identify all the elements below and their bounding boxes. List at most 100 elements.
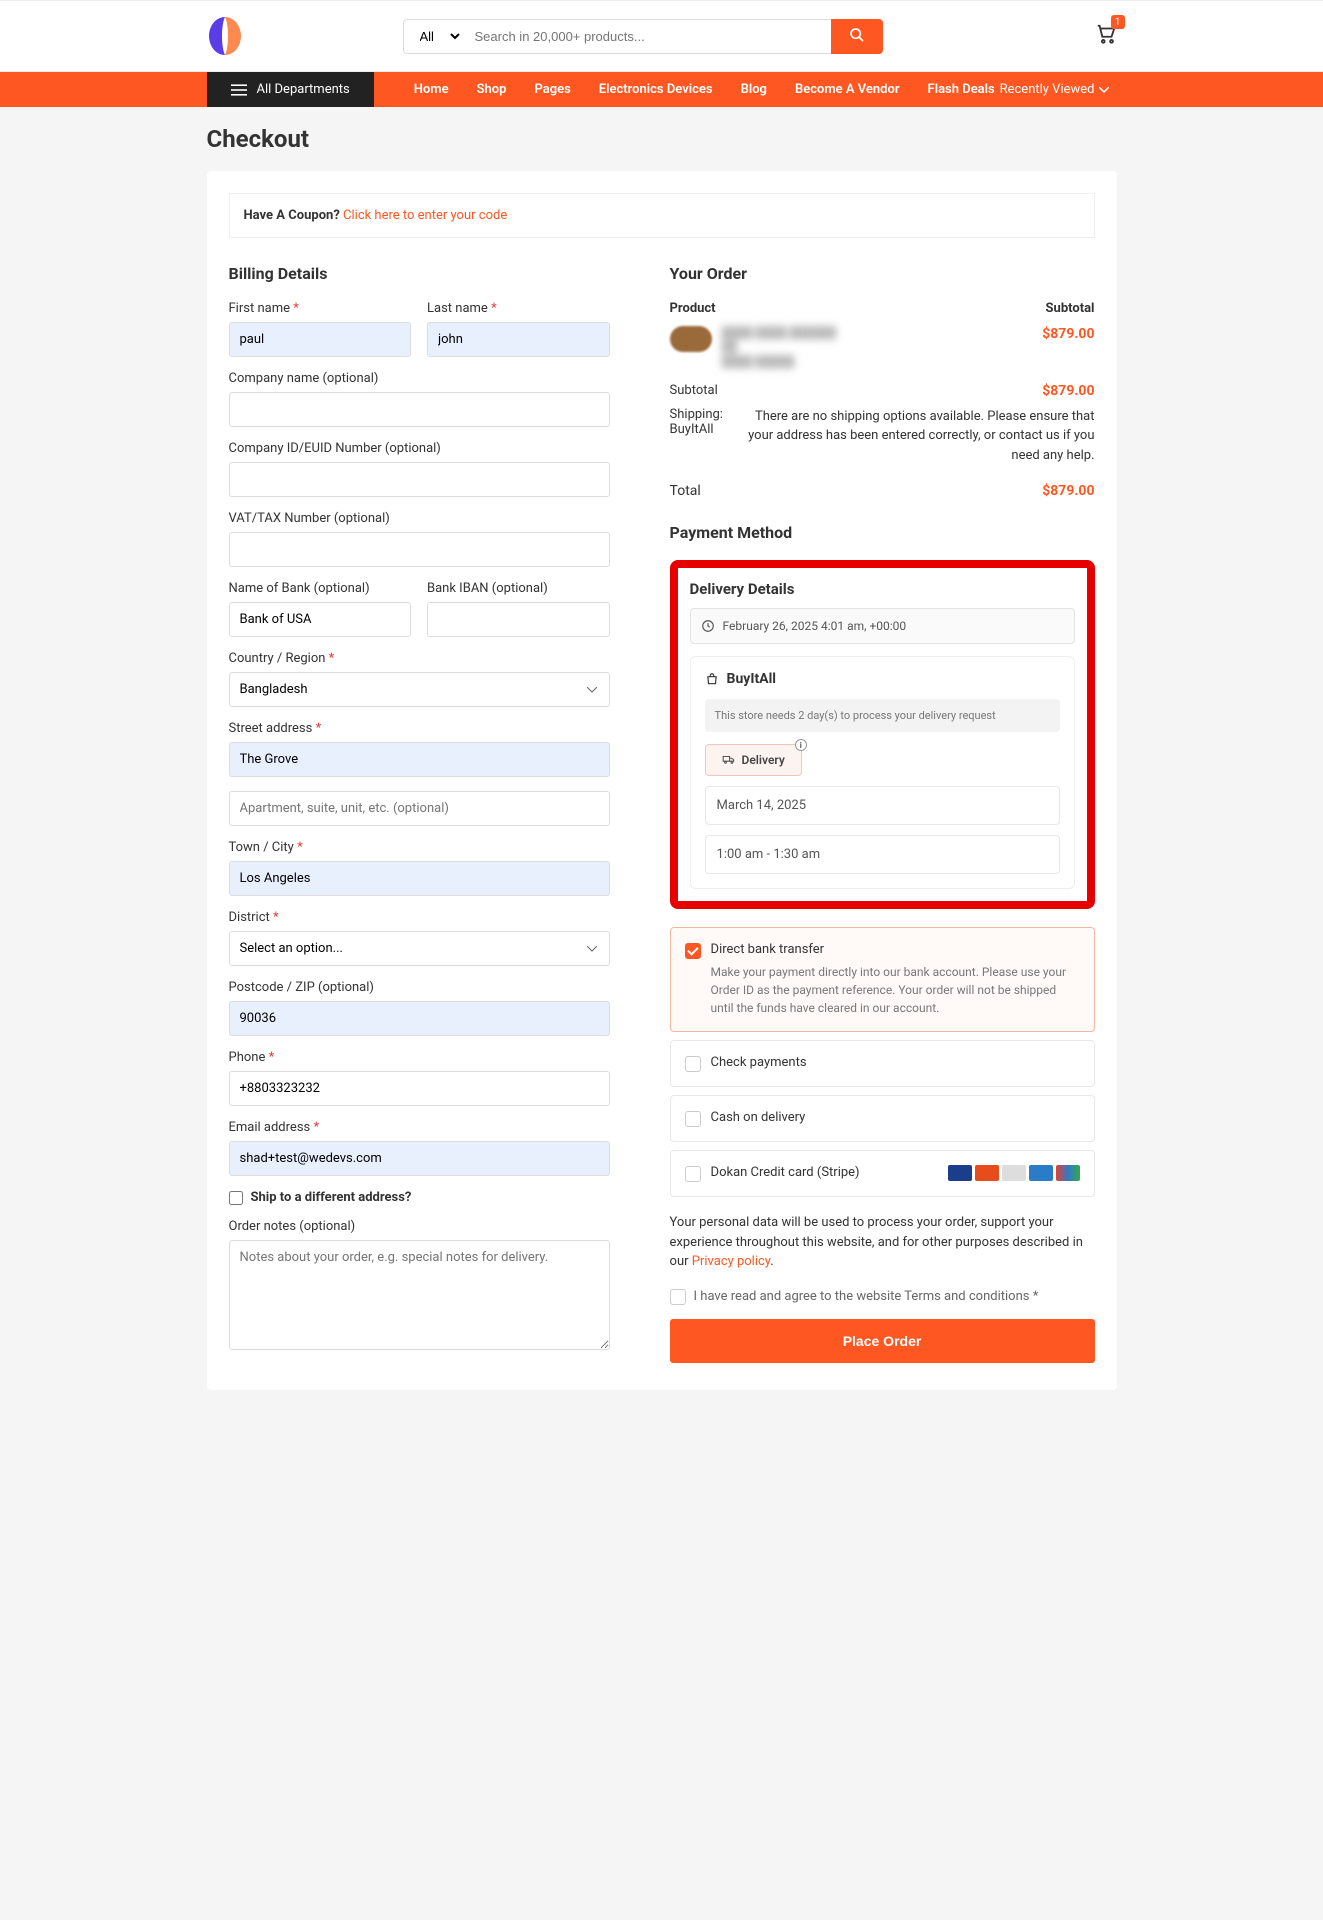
payment-option-cod[interactable]: Cash on delivery: [670, 1095, 1095, 1142]
payment-stripe-label: Dokan Credit card (Stripe): [711, 1165, 860, 1180]
nav-flash-deals[interactable]: Flash Deals: [928, 82, 995, 97]
payment-bank-label: Direct bank transfer: [711, 942, 1080, 957]
payment-radio-stripe[interactable]: [685, 1166, 701, 1182]
nav-shop[interactable]: Shop: [477, 82, 507, 97]
country-label: Country / Region *: [229, 651, 610, 666]
clock-icon: [701, 619, 715, 633]
bank-name-input[interactable]: [229, 602, 412, 637]
recently-viewed-label: Recently Viewed: [1000, 82, 1095, 97]
email-label: Email address *: [229, 1120, 610, 1135]
last-name-input[interactable]: [427, 322, 610, 357]
company-input[interactable]: [229, 392, 610, 427]
payment-check-label: Check payments: [711, 1055, 807, 1070]
payment-heading: Payment Method: [670, 523, 1095, 542]
district-select[interactable]: Select an option...: [229, 931, 610, 966]
payment-option-bank-transfer[interactable]: Direct bank transfer Make your payment d…: [670, 927, 1095, 1032]
ship-different-label: Ship to a different address?: [251, 1190, 412, 1205]
menu-icon: [231, 83, 247, 97]
email-input[interactable]: [229, 1141, 610, 1176]
last-name-label: Last name *: [427, 301, 610, 316]
delivery-type-badge[interactable]: Delivery i: [705, 744, 802, 776]
vat-input[interactable]: [229, 532, 610, 567]
postcode-input[interactable]: [229, 1001, 610, 1036]
postcode-label: Postcode / ZIP (optional): [229, 980, 610, 995]
nav-vendor[interactable]: Become A Vendor: [795, 82, 900, 97]
subtotal-label: Subtotal: [670, 383, 718, 399]
district-label: District *: [229, 910, 610, 925]
product-col-header: Product: [670, 301, 716, 316]
billing-heading: Billing Details: [229, 264, 610, 283]
all-departments-menu[interactable]: All Departments: [207, 72, 374, 107]
payment-radio-cod[interactable]: [685, 1111, 701, 1127]
street-label: Street address *: [229, 721, 610, 736]
first-name-label: First name *: [229, 301, 412, 316]
payment-radio-bank[interactable]: [685, 943, 701, 959]
phone-label: Phone *: [229, 1050, 610, 1065]
delivery-details-panel: Delivery Details February 26, 2025 4:01 …: [670, 560, 1095, 909]
delivery-time-slot[interactable]: 1:00 am - 1:30 am: [705, 835, 1060, 874]
delivery-date-slot[interactable]: March 14, 2025: [705, 786, 1060, 825]
search-button[interactable]: [831, 19, 883, 54]
company-label: Company name (optional): [229, 371, 610, 386]
nav-home[interactable]: Home: [414, 82, 449, 97]
coupon-notice: Have A Coupon? Click here to enter your …: [229, 193, 1095, 238]
page-title: Checkout: [207, 125, 1117, 153]
order-line-item: ████ ████ ████████████ █████ $879.00: [670, 326, 1095, 369]
delivery-heading: Delivery Details: [690, 580, 1075, 598]
bank-iban-input[interactable]: [427, 602, 610, 637]
site-logo[interactable]: [207, 15, 243, 57]
first-name-input[interactable]: [229, 322, 412, 357]
nav-pages[interactable]: Pages: [534, 82, 570, 97]
cart-badge: 1: [1111, 15, 1125, 29]
cart-button[interactable]: 1: [1095, 23, 1117, 49]
delivery-current-time: February 26, 2025 4:01 am, +00:00: [690, 608, 1075, 644]
place-order-button[interactable]: Place Order: [670, 1319, 1095, 1363]
search-category-select[interactable]: All: [403, 19, 463, 54]
street2-input[interactable]: [229, 791, 610, 826]
payment-option-check[interactable]: Check payments: [670, 1040, 1095, 1087]
delivery-vendor: BuyItAll: [705, 671, 1060, 687]
recently-viewed-menu[interactable]: Recently Viewed: [1000, 82, 1117, 97]
chevron-down-icon: [1099, 87, 1109, 93]
item-price: $879.00: [1042, 326, 1094, 342]
subtotal-value: $879.00: [1042, 383, 1094, 399]
card-brand-icons: [948, 1165, 1080, 1181]
vat-label: VAT/TAX Number (optional): [229, 511, 610, 526]
payment-radio-check[interactable]: [685, 1056, 701, 1072]
city-input[interactable]: [229, 861, 610, 896]
phone-input[interactable]: [229, 1071, 610, 1106]
order-notes-input[interactable]: [229, 1240, 610, 1350]
order-heading: Your Order: [670, 264, 1095, 283]
shipping-label: Shipping: BuyItAll: [670, 407, 723, 437]
delivery-processing-notice: This store needs 2 day(s) to process you…: [705, 699, 1060, 732]
all-departments-label: All Departments: [257, 82, 350, 97]
payment-option-stripe[interactable]: Dokan Credit card (Stripe): [670, 1150, 1095, 1197]
company-id-input[interactable]: [229, 462, 610, 497]
truck-icon: [722, 753, 736, 767]
item-thumbnail: [670, 326, 712, 352]
privacy-notice: Your personal data will be used to proce…: [670, 1213, 1095, 1272]
terms-link[interactable]: Terms and conditions: [904, 1289, 1029, 1304]
total-label: Total: [670, 483, 701, 499]
search-icon: [849, 27, 865, 43]
ship-different-checkbox[interactable]: [229, 1191, 243, 1205]
company-id-label: Company ID/EUID Number (optional): [229, 441, 610, 456]
search-input[interactable]: [463, 19, 831, 54]
total-value: $879.00: [1042, 483, 1094, 499]
shipping-message: There are no shipping options available.…: [731, 407, 1095, 466]
nav-blog[interactable]: Blog: [741, 82, 767, 97]
country-select[interactable]: Bangladesh: [229, 672, 610, 707]
city-label: Town / City *: [229, 840, 610, 855]
order-notes-label: Order notes (optional): [229, 1219, 610, 1234]
street-input[interactable]: [229, 742, 610, 777]
coupon-toggle-link[interactable]: Click here to enter your code: [343, 208, 507, 223]
bank-name-label: Name of Bank (optional): [229, 581, 412, 596]
terms-checkbox[interactable]: [670, 1289, 686, 1305]
subtotal-col-header: Subtotal: [1046, 301, 1095, 316]
info-icon[interactable]: i: [795, 739, 807, 751]
bank-iban-label: Bank IBAN (optional): [427, 581, 610, 596]
privacy-policy-link[interactable]: Privacy policy: [692, 1254, 771, 1269]
nav-electronics[interactable]: Electronics Devices: [599, 82, 713, 97]
bag-icon: [705, 672, 719, 686]
payment-bank-desc: Make your payment directly into our bank…: [711, 963, 1080, 1017]
